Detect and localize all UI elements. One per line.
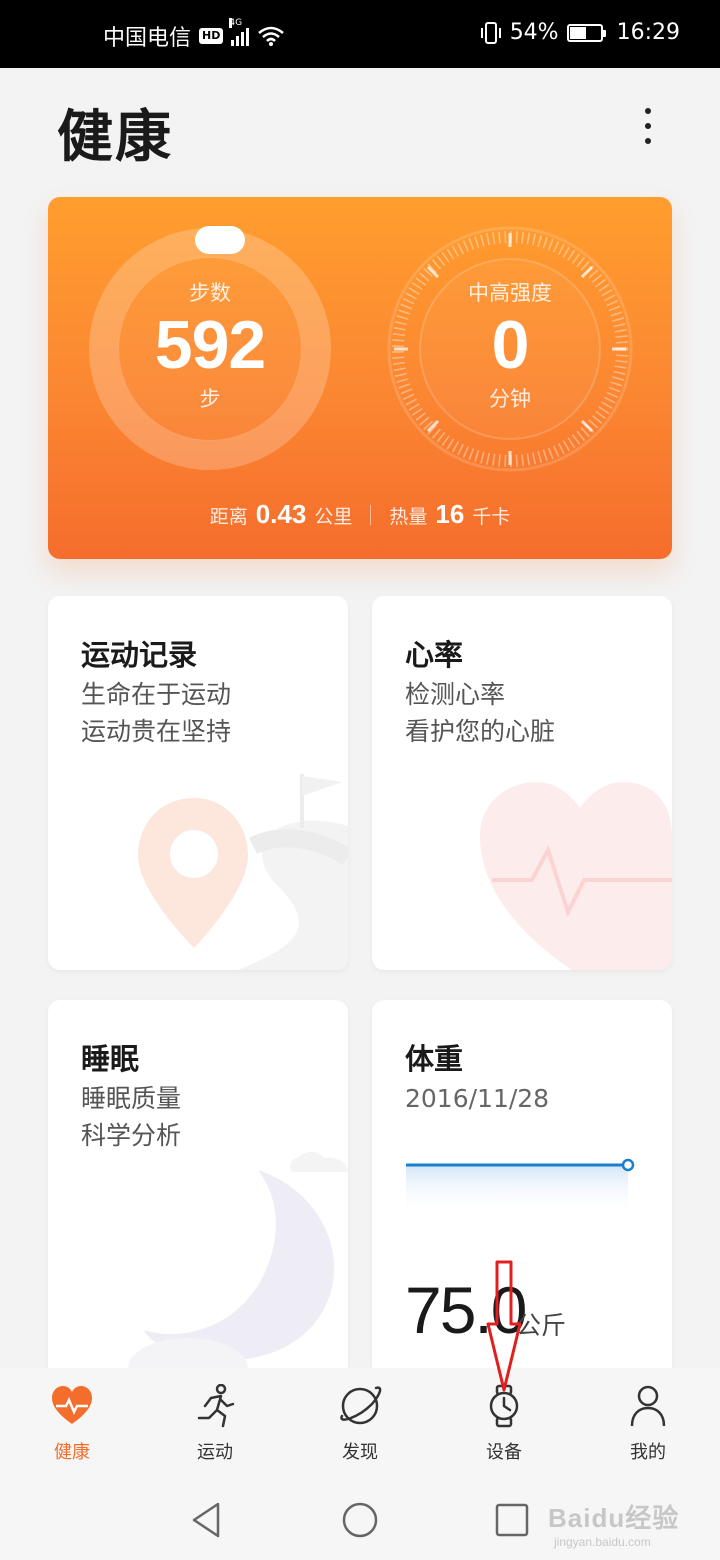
distance-label: 距离 (209, 506, 248, 528)
heart-pulse-icon (52, 1386, 92, 1424)
annotation-arrow (486, 1260, 522, 1392)
exercise-record-tile[interactable]: 运动记录 生命在于运动 运动贵在坚持 (48, 596, 348, 970)
heart-rate-title: 心率 (405, 638, 464, 672)
watermark: Baidu经验 jingyan.baidu.com (548, 1498, 679, 1549)
intensity-value: 0 (491, 307, 530, 383)
nav-label-me: 我的 (630, 1442, 666, 1463)
carrier-name: 中国电信 (103, 26, 192, 51)
nav-item-me[interactable]: 我的 (593, 1368, 703, 1478)
nav-item-discover[interactable]: 发现 (305, 1368, 415, 1478)
vibrate-icon (480, 21, 501, 44)
distance-unit: 公里 (314, 506, 353, 528)
intensity-label: 中高强度 (468, 281, 552, 305)
network-type: 4G (229, 18, 243, 28)
heart-rate-line2: 看护您的心脏 (405, 717, 556, 746)
calories-unit: 千卡 (472, 506, 511, 528)
nav-label-discover: 发现 (342, 1442, 378, 1463)
exercise-record-line1: 生命在于运动 (81, 680, 232, 709)
sleep-tile[interactable]: 睡眠 睡眠质量 科学分析 (48, 1000, 348, 1368)
nav-item-exercise[interactable]: 运动 (160, 1368, 270, 1478)
watermark-main: Baidu经验 (548, 1503, 680, 1533)
more-vertical-icon[interactable] (630, 102, 666, 150)
home-icon[interactable] (335, 1498, 385, 1542)
intensity-ring[interactable]: 中高强度 0 分钟 (420, 277, 600, 413)
battery-icon (566, 23, 606, 42)
calories-label: 热量 (389, 506, 428, 528)
nav-label-exercise: 运动 (197, 1442, 233, 1463)
activity-summary-card[interactable]: 步数 592 步 中高强度 0 分钟 距离 0.43 公里 热量 16 千卡 (48, 197, 672, 559)
page-title: 健康 (57, 105, 173, 170)
summary-footer: 距离 0.43 公里 热量 16 千卡 (48, 499, 672, 530)
intensity-unit: 分钟 (489, 387, 531, 411)
hd-badge: HD (199, 28, 224, 44)
person-icon (630, 1385, 666, 1427)
sleep-line1: 睡眠质量 (81, 1084, 182, 1113)
bottom-nav: 健康 运动 发现 设备 我的 (0, 1368, 720, 1478)
recents-icon[interactable] (487, 1498, 537, 1542)
nav-item-health[interactable]: 健康 (17, 1368, 127, 1478)
distance-value: 0.43 (255, 499, 307, 529)
exercise-record-line2: 运动贵在坚持 (81, 717, 232, 746)
exercise-record-title: 运动记录 (81, 638, 198, 672)
heart-rate-tile[interactable]: 心率 检测心率 看护您的心脏 (372, 596, 672, 970)
weight-title: 体重 (405, 1042, 464, 1076)
wifi-icon (258, 26, 285, 46)
steps-value: 592 (154, 307, 266, 383)
signal-icon: 4G (229, 18, 250, 46)
planet-icon (340, 1386, 382, 1425)
calories-value: 16 (435, 499, 465, 529)
running-icon (197, 1384, 235, 1428)
sleep-title: 睡眠 (81, 1042, 140, 1076)
sleep-line2: 科学分析 (81, 1121, 182, 1150)
watermark-sub: jingyan.baidu.com (554, 1535, 651, 1549)
heart-rate-line1: 检测心率 (405, 680, 506, 709)
steps-ring[interactable]: 步数 592 步 (120, 277, 300, 413)
clock: 16:29 (616, 20, 680, 45)
status-bar: 中国电信 HD 4G 54% 16:29 (0, 0, 720, 68)
footer-divider (370, 504, 372, 525)
nav-label-devices: 设备 (486, 1442, 522, 1463)
nav-label-health: 健康 (54, 1442, 90, 1463)
weight-date: 2016/11/28 (405, 1084, 550, 1113)
steps-unit: 步 (199, 387, 221, 411)
steps-label: 步数 (189, 281, 231, 305)
back-icon[interactable] (182, 1498, 232, 1542)
battery-percent: 54% (509, 20, 559, 45)
